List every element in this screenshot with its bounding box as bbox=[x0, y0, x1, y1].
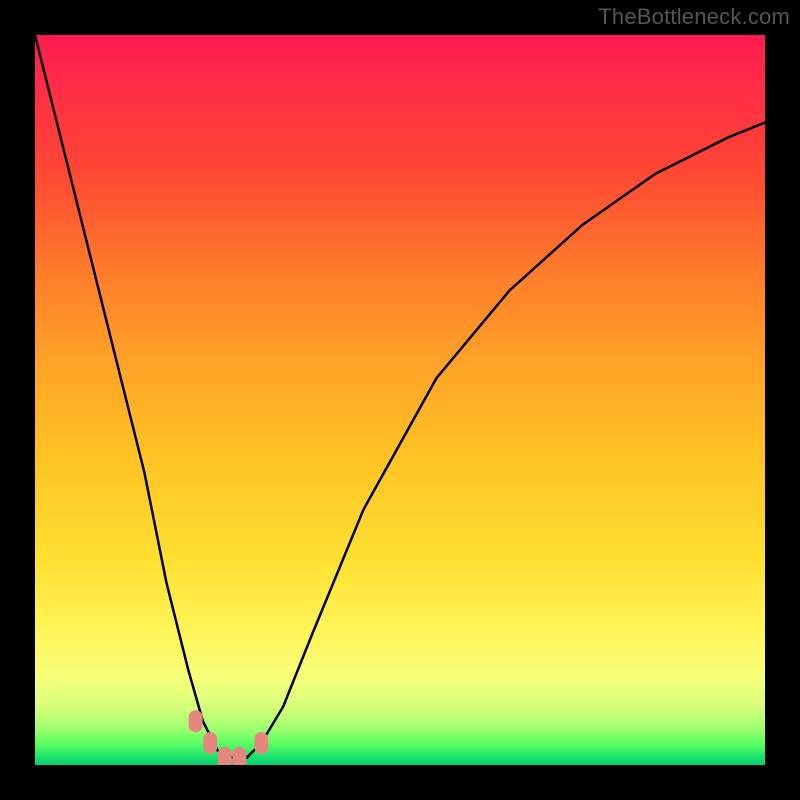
chart-frame: TheBottleneck.com bbox=[0, 0, 800, 800]
bottleneck-curve bbox=[35, 35, 765, 765]
watermark-text: TheBottleneck.com bbox=[598, 4, 790, 30]
curve-marker bbox=[189, 710, 203, 732]
curve-markers bbox=[189, 710, 269, 765]
plot-area bbox=[35, 35, 765, 765]
curve-marker bbox=[254, 732, 268, 754]
curve-marker bbox=[203, 732, 217, 754]
curve-marker bbox=[232, 747, 246, 765]
curve-marker bbox=[218, 747, 232, 765]
